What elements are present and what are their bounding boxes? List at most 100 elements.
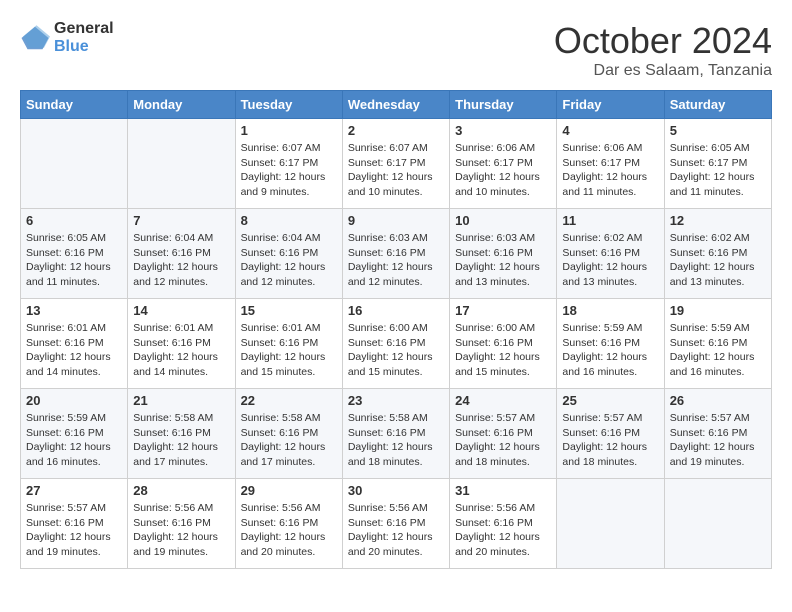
day-number: 2 [348, 123, 444, 138]
day-number: 7 [133, 213, 229, 228]
week-row-2: 6 Sunrise: 6:05 AMSunset: 6:16 PMDaylight… [21, 209, 772, 299]
week-row-4: 20 Sunrise: 5:59 AMSunset: 6:16 PMDayligh… [21, 389, 772, 479]
logo-general-text: General [54, 20, 114, 38]
week-row-5: 27 Sunrise: 5:57 AMSunset: 6:16 PMDayligh… [21, 479, 772, 569]
header-row: SundayMondayTuesdayWednesdayThursdayFrid… [21, 91, 772, 119]
day-cell: 21 Sunrise: 5:58 AMSunset: 6:16 PMDayligh… [128, 389, 235, 479]
day-info: Sunrise: 5:58 AMSunset: 6:16 PMDaylight:… [241, 411, 337, 470]
day-info: Sunrise: 6:02 AMSunset: 6:16 PMDaylight:… [562, 231, 658, 290]
day-info: Sunrise: 6:00 AMSunset: 6:16 PMDaylight:… [455, 321, 551, 380]
day-cell: 15Sunrise: 6:01 AMSunset: 6:16 PMDayligh… [235, 299, 342, 389]
day-cell: 26 Sunrise: 5:57 AMSunset: 6:16 PMDayligh… [664, 389, 771, 479]
day-number: 11 [562, 213, 658, 228]
day-info: Sunrise: 5:59 AMSunset: 6:16 PMDaylight:… [26, 411, 122, 470]
day-info: Sunrise: 6:00 AMSunset: 6:16 PMDaylight:… [348, 321, 444, 380]
header-cell-monday: Monday [128, 91, 235, 119]
day-number: 30 [348, 483, 444, 498]
header-cell-thursday: Thursday [450, 91, 557, 119]
day-info: Sunrise: 5:57 AMSunset: 6:16 PMDaylight:… [26, 501, 122, 560]
week-row-1: 1 Sunrise: 6:07 AMSunset: 6:17 PMDaylight… [21, 119, 772, 209]
day-number: 10 [455, 213, 551, 228]
day-cell: 11 Sunrise: 6:02 AMSunset: 6:16 PMDayligh… [557, 209, 664, 299]
day-number: 19 [670, 303, 766, 318]
day-cell: 9 Sunrise: 6:03 AMSunset: 6:16 PMDaylight… [342, 209, 449, 299]
day-info: Sunrise: 5:59 AMSunset: 6:16 PMDaylight:… [562, 321, 658, 380]
day-cell: 16Sunrise: 6:00 AMSunset: 6:16 PMDayligh… [342, 299, 449, 389]
day-cell: 25 Sunrise: 5:57 AMSunset: 6:16 PMDayligh… [557, 389, 664, 479]
day-info: Sunrise: 6:05 AMSunset: 6:16 PMDaylight:… [26, 231, 122, 290]
logo: General Blue [20, 20, 114, 55]
day-info: Sunrise: 5:56 AMSunset: 6:16 PMDaylight:… [241, 501, 337, 560]
day-number: 21 [133, 393, 229, 408]
day-info: Sunrise: 6:01 AMSunset: 6:16 PMDaylight:… [241, 321, 337, 380]
day-info: Sunrise: 6:01 AMSunset: 6:16 PMDaylight:… [133, 321, 229, 380]
day-cell: 17 Sunrise: 6:00 AMSunset: 6:16 PMDayligh… [450, 299, 557, 389]
day-info: Sunrise: 5:58 AMSunset: 6:16 PMDaylight:… [348, 411, 444, 470]
day-cell: 29Sunrise: 5:56 AMSunset: 6:16 PMDayligh… [235, 479, 342, 569]
day-number: 28 [133, 483, 229, 498]
day-cell: 23Sunrise: 5:58 AMSunset: 6:16 PMDayligh… [342, 389, 449, 479]
day-number: 17 [455, 303, 551, 318]
day-info: Sunrise: 6:06 AMSunset: 6:17 PMDaylight:… [562, 141, 658, 200]
day-cell: 8 Sunrise: 6:04 AMSunset: 6:16 PMDaylight… [235, 209, 342, 299]
day-cell: 1Sunrise: 6:07 AMSunset: 6:17 PMDaylight… [235, 119, 342, 209]
day-number: 3 [455, 123, 551, 138]
day-number: 20 [26, 393, 122, 408]
day-number: 27 [26, 483, 122, 498]
day-cell: 10 Sunrise: 6:03 AMSunset: 6:16 PMDayligh… [450, 209, 557, 299]
day-number: 25 [562, 393, 658, 408]
day-cell: 19Sunrise: 5:59 AMSunset: 6:16 PMDayligh… [664, 299, 771, 389]
day-cell: 20 Sunrise: 5:59 AMSunset: 6:16 PMDayligh… [21, 389, 128, 479]
day-info: Sunrise: 5:57 AMSunset: 6:16 PMDaylight:… [562, 411, 658, 470]
day-number: 14 [133, 303, 229, 318]
day-info: Sunrise: 6:03 AMSunset: 6:16 PMDaylight:… [455, 231, 551, 290]
day-cell: 13 Sunrise: 6:01 AMSunset: 6:16 PMDayligh… [21, 299, 128, 389]
day-cell: 4Sunrise: 6:06 AMSunset: 6:17 PMDaylight… [557, 119, 664, 209]
day-cell: 14 Sunrise: 6:01 AMSunset: 6:16 PMDayligh… [128, 299, 235, 389]
location: Dar es Salaam, Tanzania [554, 62, 772, 80]
day-cell: 30 Sunrise: 5:56 AMSunset: 6:16 PMDayligh… [342, 479, 449, 569]
day-info: Sunrise: 6:05 AMSunset: 6:17 PMDaylight:… [670, 141, 766, 200]
logo-text: General Blue [54, 20, 114, 55]
day-number: 1 [241, 123, 337, 138]
day-info: Sunrise: 6:03 AMSunset: 6:16 PMDaylight:… [348, 231, 444, 290]
day-cell: 31 Sunrise: 5:56 AMSunset: 6:16 PMDayligh… [450, 479, 557, 569]
week-row-3: 13 Sunrise: 6:01 AMSunset: 6:16 PMDayligh… [21, 299, 772, 389]
day-cell: 27 Sunrise: 5:57 AMSunset: 6:16 PMDayligh… [21, 479, 128, 569]
day-info: Sunrise: 5:57 AMSunset: 6:16 PMDaylight:… [670, 411, 766, 470]
day-info: Sunrise: 6:07 AMSunset: 6:17 PMDaylight:… [348, 141, 444, 200]
day-cell: 12 Sunrise: 6:02 AMSunset: 6:16 PMDayligh… [664, 209, 771, 299]
page-header: General Blue October 2024 Dar es Salaam,… [20, 20, 772, 80]
day-cell: 18Sunrise: 5:59 AMSunset: 6:16 PMDayligh… [557, 299, 664, 389]
day-number: 9 [348, 213, 444, 228]
day-info: Sunrise: 5:56 AMSunset: 6:16 PMDaylight:… [133, 501, 229, 560]
day-cell: 6 Sunrise: 6:05 AMSunset: 6:16 PMDaylight… [21, 209, 128, 299]
day-info: Sunrise: 6:04 AMSunset: 6:16 PMDaylight:… [133, 231, 229, 290]
day-number: 6 [26, 213, 122, 228]
day-info: Sunrise: 5:56 AMSunset: 6:16 PMDaylight:… [348, 501, 444, 560]
calendar-table: SundayMondayTuesdayWednesdayThursdayFrid… [20, 90, 772, 569]
day-cell [557, 479, 664, 569]
day-info: Sunrise: 6:04 AMSunset: 6:16 PMDaylight:… [241, 231, 337, 290]
title-block: October 2024 Dar es Salaam, Tanzania [554, 20, 772, 80]
day-info: Sunrise: 5:58 AMSunset: 6:16 PMDaylight:… [133, 411, 229, 470]
day-cell: 22 Sunrise: 5:58 AMSunset: 6:16 PMDayligh… [235, 389, 342, 479]
day-number: 26 [670, 393, 766, 408]
day-number: 22 [241, 393, 337, 408]
day-cell: 5 Sunrise: 6:05 AMSunset: 6:17 PMDaylight… [664, 119, 771, 209]
day-number: 31 [455, 483, 551, 498]
day-number: 13 [26, 303, 122, 318]
header-cell-wednesday: Wednesday [342, 91, 449, 119]
day-info: Sunrise: 5:56 AMSunset: 6:16 PMDaylight:… [455, 501, 551, 560]
day-number: 12 [670, 213, 766, 228]
day-info: Sunrise: 6:02 AMSunset: 6:16 PMDaylight:… [670, 231, 766, 290]
day-cell: 24Sunrise: 5:57 AMSunset: 6:16 PMDayligh… [450, 389, 557, 479]
day-info: Sunrise: 6:06 AMSunset: 6:17 PMDaylight:… [455, 141, 551, 200]
day-cell: 7 Sunrise: 6:04 AMSunset: 6:16 PMDaylight… [128, 209, 235, 299]
day-info: Sunrise: 6:01 AMSunset: 6:16 PMDaylight:… [26, 321, 122, 380]
day-number: 5 [670, 123, 766, 138]
day-number: 8 [241, 213, 337, 228]
day-number: 24 [455, 393, 551, 408]
day-cell [21, 119, 128, 209]
header-cell-friday: Friday [557, 91, 664, 119]
